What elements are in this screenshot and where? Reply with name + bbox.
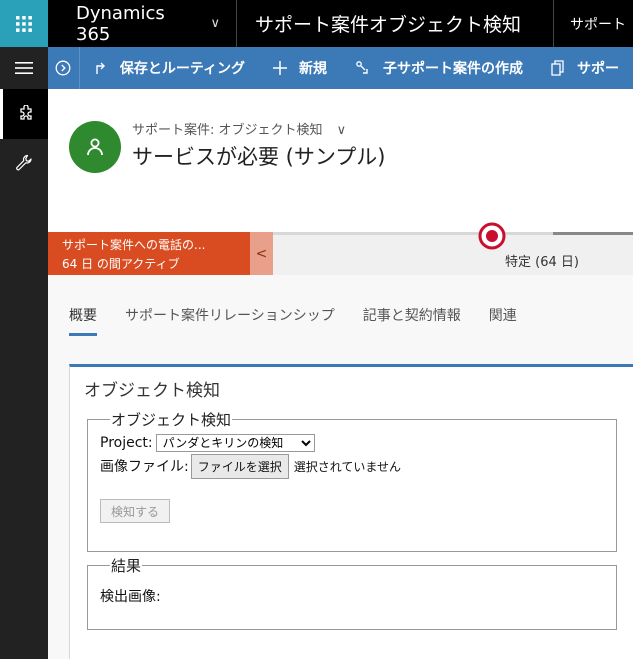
rail-item-puzzle[interactable] — [0, 89, 48, 139]
process-collapse-button[interactable]: < — [250, 232, 273, 275]
form-selector[interactable]: サポート案件: オブジェクト検知 ∨ — [132, 119, 346, 138]
new-label: 新規 — [299, 61, 327, 77]
area-title[interactable]: サポート — [554, 0, 633, 47]
create-child-case-label: 子サポート案件の作成 — [383, 61, 523, 77]
tab-articles-contracts[interactable]: 記事と契約情報 — [363, 305, 461, 336]
puzzle-icon — [19, 105, 32, 120]
stage-label[interactable]: 特定 (64 日) — [505, 251, 579, 270]
top-nav-bar: Dynamics 365 ∨ サポート案件オブジェクト検知 サポート — [0, 0, 633, 47]
record-name: サービスが必要 (サンプル) — [132, 145, 386, 169]
detection-fieldset: オブジェクト検知 Project: パンダとキリンの検知 画像ファイル: ファイ… — [87, 409, 617, 552]
choose-file-button[interactable]: ファイルを選択 — [190, 453, 289, 479]
entity-label-text: サポート案件: オブジェクト検知 — [132, 123, 323, 138]
wrench-icon — [16, 154, 32, 171]
save-route-label: 保存とルーティング — [119, 61, 245, 77]
tab-related[interactable]: 関連 — [489, 305, 517, 336]
object-detection-section: オブジェクト検知 オブジェクト検知 Project: パンダとキリンの検知 画像… — [69, 364, 633, 659]
app-switcher[interactable]: Dynamics 365 ∨ — [48, 0, 237, 47]
detected-image-label: 検出画像: — [100, 589, 161, 605]
tab-case-relationships[interactable]: サポート案件リレーションシップ — [125, 305, 335, 336]
result-legend: 結果 — [111, 557, 142, 575]
detect-button[interactable]: 検知する — [100, 499, 170, 523]
copy-label: サポー — [577, 61, 619, 77]
route-icon — [94, 61, 108, 75]
form-body: 概要 サポート案件リレーションシップ 記事と契約情報 関連 オブジェクト検知 オ… — [48, 275, 633, 659]
app-name: Dynamics 365 — [76, 2, 165, 45]
project-label: Project: — [100, 435, 153, 451]
child-case-icon — [355, 60, 371, 76]
person-icon — [87, 138, 103, 156]
command-expand-button[interactable] — [48, 47, 80, 89]
stage-marker-icon[interactable] — [478, 222, 506, 250]
command-bar: 保存とルーティング 新規 子サポート案件の作成 サポー — [48, 47, 633, 89]
new-button[interactable]: 新規 — [259, 47, 341, 89]
process-alert-duration: 64 日 の間アクティブ — [62, 257, 180, 271]
create-child-case-button[interactable]: 子サポート案件の作成 — [341, 47, 537, 89]
save-route-button[interactable]: 保存とルーティング — [80, 47, 259, 89]
chevron-down-icon: ∨ — [336, 123, 347, 138]
rail-item-tools[interactable] — [0, 139, 48, 187]
project-select[interactable]: パンダとキリンの検知 — [155, 434, 315, 452]
chevron-down-icon: ∨ — [210, 16, 220, 31]
tab-summary[interactable]: 概要 — [69, 305, 97, 336]
plus-icon — [273, 61, 287, 75]
entity-title: サポート案件オブジェクト検知 — [237, 0, 554, 47]
waffle-icon — [16, 15, 32, 32]
copy-button[interactable]: サポー — [537, 47, 633, 89]
site-map-button[interactable] — [0, 47, 48, 89]
chevron-left-icon: < — [255, 245, 268, 262]
result-fieldset: 結果 検出画像: — [87, 555, 617, 630]
app-launcher-button[interactable] — [0, 0, 48, 47]
process-alert-flyout[interactable]: サポート案件への電話の... 64 日 の間アクティブ — [48, 232, 250, 275]
detection-legend: オブジェクト検知 — [111, 411, 232, 429]
stage-connector — [553, 232, 633, 235]
section-title: オブジェクト検知 — [84, 381, 220, 401]
process-alert-title: サポート案件への電話の... — [62, 238, 206, 252]
avatar — [69, 121, 121, 173]
circle-chevron-right-icon — [55, 60, 71, 76]
hamburger-icon — [15, 62, 33, 74]
image-file-label: 画像ファイル: — [100, 459, 189, 475]
form-tabs: 概要 サポート案件リレーションシップ 記事と契約情報 関連 — [69, 305, 545, 336]
copy-icon — [551, 60, 565, 76]
left-nav-rail — [0, 47, 48, 659]
no-file-text: 選択されていません — [293, 459, 402, 474]
record-header: サポート案件: オブジェクト検知 ∨ サービスが必要 (サンプル) — [48, 89, 633, 234]
